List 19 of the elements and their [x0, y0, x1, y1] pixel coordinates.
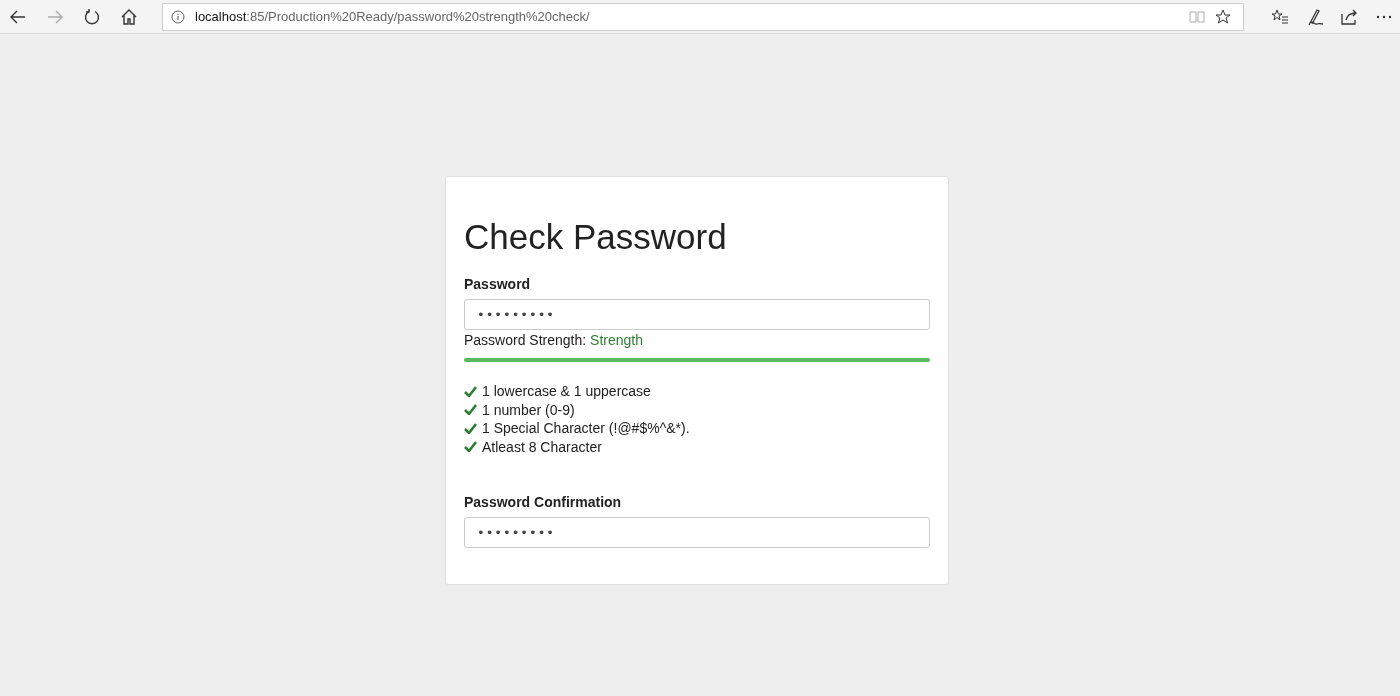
favorites-list-icon[interactable] — [1270, 8, 1289, 25]
address-bar[interactable]: localhost:85/Production%20Ready/password%20strength%20check/ — [162, 2, 1244, 31]
info-icon[interactable] — [171, 9, 185, 24]
rule-text: Atleast 8 Character — [482, 437, 602, 456]
share-icon[interactable] — [1340, 8, 1359, 25]
rule-text: 1 lowercase & 1 uppercase — [482, 382, 651, 401]
refresh-icon — [82, 7, 101, 26]
confirmation-label: Password Confirmation — [464, 494, 622, 510]
favorite-star-icon[interactable] — [1215, 8, 1231, 25]
url-text: localhost:85/Production%20Ready/password%20strength%20check/ — [195, 9, 591, 24]
form-title: Check Password — [464, 216, 727, 258]
rule-text: 1 number (0-9) — [482, 400, 575, 419]
confirmation-field[interactable]: ••••••••• — [464, 517, 930, 548]
password-field[interactable]: ••••••••• — [464, 299, 930, 330]
strength-text: Password Strength: Strength — [464, 332, 643, 348]
home-icon — [119, 7, 138, 26]
more-icon[interactable] — [1375, 14, 1392, 19]
rule-text: 1 Special Character (!@#$%^&*). — [482, 419, 690, 438]
password-label: Password — [464, 276, 531, 292]
